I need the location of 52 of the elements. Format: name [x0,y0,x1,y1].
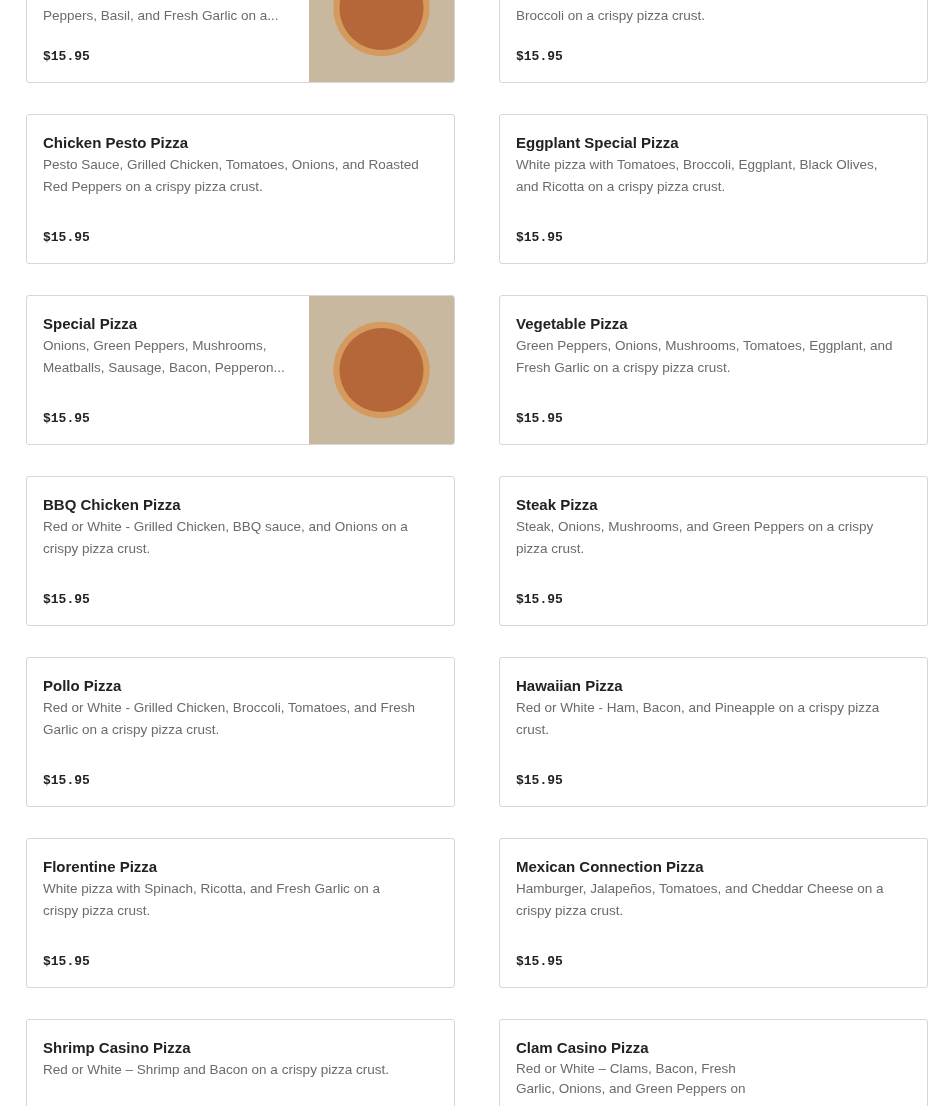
menu-item-card[interactable]: Broccoli on a crispy pizza crust. $15.95 [499,0,928,83]
item-price: $15.95 [516,773,564,788]
item-name: Mexican Connection Pizza [516,858,705,875]
menu-item-card[interactable]: Hawaiian Pizza Red or White - Ham, Bacon, and Pineapple on a crispy pizza crust. $15.95 [499,657,928,807]
item-price: $15.95 [43,773,91,788]
item-description: White pizza with Spinach, Ricotta, and Fresh Garlic on a crispy pizza crust. [43,880,381,920]
menu-item-card[interactable]: Clam Casino Pizza Red or White – Clams, Bacon, Fresh Garlic, Onions, and Green Peppers on [499,1019,928,1106]
menu-item-card[interactable]: Chicken Pesto Pizza Pesto Sauce, Grilled Chicken, Tomatoes, Onions, and Roasted Red Peppers on a crispy pizza crust. $15.95 [26,114,455,264]
menu-item-card[interactable]: BBQ Chicken Pizza Red or White - Grilled Chicken, BBQ sauce, and Onions on a crispy pizza crust. $15.95 [26,476,455,626]
item-name: Vegetable Pizza [516,315,629,332]
menu-item-card[interactable]: Eggplant Special Pizza White pizza with Tomatoes, Broccoli, Eggplant, Black Olives, and Ricotta on a crispy pizza crust. $15.95 [499,114,928,264]
item-price: $15.95 [516,411,564,426]
item-price: $15.95 [516,49,564,64]
item-description: Red or White - Grilled Chicken, Broccoli, Tomatoes, and Fresh Garlic on a crispy pizza crust. [43,699,416,739]
item-price: $15.95 [516,230,564,245]
item-description: Pesto Sauce, Grilled Chicken, Tomatoes, Onions, and Roasted Red Peppers on a crispy pizza crust. [43,156,420,196]
item-price: $15.95 [43,411,91,426]
item-name: BBQ Chicken Pizza [43,496,182,513]
item-price: $15.95 [43,592,91,607]
item-description: Green Peppers, Onions, Mushrooms, Tomatoes, Eggplant, and Fresh Garlic on a crispy pizza crust. [516,337,894,377]
item-description: Red or White – Shrimp and Bacon on a crispy pizza crust. [43,1061,390,1079]
item-price: $15.95 [43,954,91,969]
menu-item-card[interactable]: Florentine Pizza White pizza with Spinach, Ricotta, and Fresh Garlic on a crispy pizza crust. $15.95 [26,838,455,988]
menu-item-card[interactable]: Shrimp Casino Pizza Red or White – Shrimp and Bacon on a crispy pizza crust. [26,1019,455,1106]
item-name: Clam Casino Pizza [516,1039,650,1056]
item-description: Steak, Onions, Mushrooms, and Green Peppers on a crispy pizza crust. [516,518,875,558]
menu-item-card[interactable]: Mexican Connection Pizza Hamburger, Jalapeños, Tomatoes, and Cheddar Cheese on a crispy pizza crust. $15.95 [499,838,928,988]
item-name: Pollo Pizza [43,677,123,694]
item-description: Red or White - Ham, Bacon, and Pineapple on a crispy pizza crust. [516,699,881,739]
item-description: Onions, Green Peppers, Mushrooms, Meatballs, Sausage, Bacon, Pepperon... [43,337,286,377]
item-name: Hawaiian Pizza [516,677,624,694]
item-name: Special Pizza [43,315,139,332]
item-name: Shrimp Casino Pizza [43,1039,192,1056]
item-name: Eggplant Special Pizza [516,134,680,151]
item-name: Chicken Pesto Pizza [43,134,190,151]
item-price: $15.95 [43,230,91,245]
menu-item-card[interactable]: Pollo Pizza Red or White - Grilled Chicken, Broccoli, Tomatoes, and Fresh Garlic on a crispy pizza crust. $15.95 [26,657,455,807]
item-price: $15.95 [516,592,564,607]
menu-item-card[interactable]: Special Pizza Onions, Green Peppers, Mushrooms, Meatballs, Sausage, Bacon, Pepperon... $15.95 [26,295,455,445]
item-description: Red or White – Clams, Bacon, Fresh Garlic, Onions, and Green Peppers on [516,1060,747,1098]
item-description: Hamburger, Jalapeños, Tomatoes, and Cheddar Cheese on a crispy pizza crust. [516,880,885,920]
item-name: Florentine Pizza [43,858,159,875]
item-description: Peppers, Basil, and Fresh Garlic on a... [43,7,280,25]
item-description: Broccoli on a crispy pizza crust. [516,7,707,25]
item-price: $15.95 [43,49,91,64]
menu-item-card[interactable]: Vegetable Pizza Green Peppers, Onions, Mushrooms, Tomatoes, Eggplant, and Fresh Garlic on a crispy pizza crust. $15.95 [499,295,928,445]
item-name: Steak Pizza [516,496,599,513]
item-description: White pizza with Tomatoes, Broccoli, Eggplant, Black Olives, and Ricotta on a crispy pizza crust. [516,156,879,196]
item-price: $15.95 [516,954,564,969]
item-description: Red or White - Grilled Chicken, BBQ sauce, and Onions on a crispy pizza crust. [43,518,409,558]
menu-item-card[interactable]: Steak Pizza Steak, Onions, Mushrooms, and Green Peppers on a crispy pizza crust. $15.95 [499,476,928,626]
menu-item-card[interactable]: Peppers, Basil, and Fresh Garlic on a... $15.95 [26,0,455,83]
